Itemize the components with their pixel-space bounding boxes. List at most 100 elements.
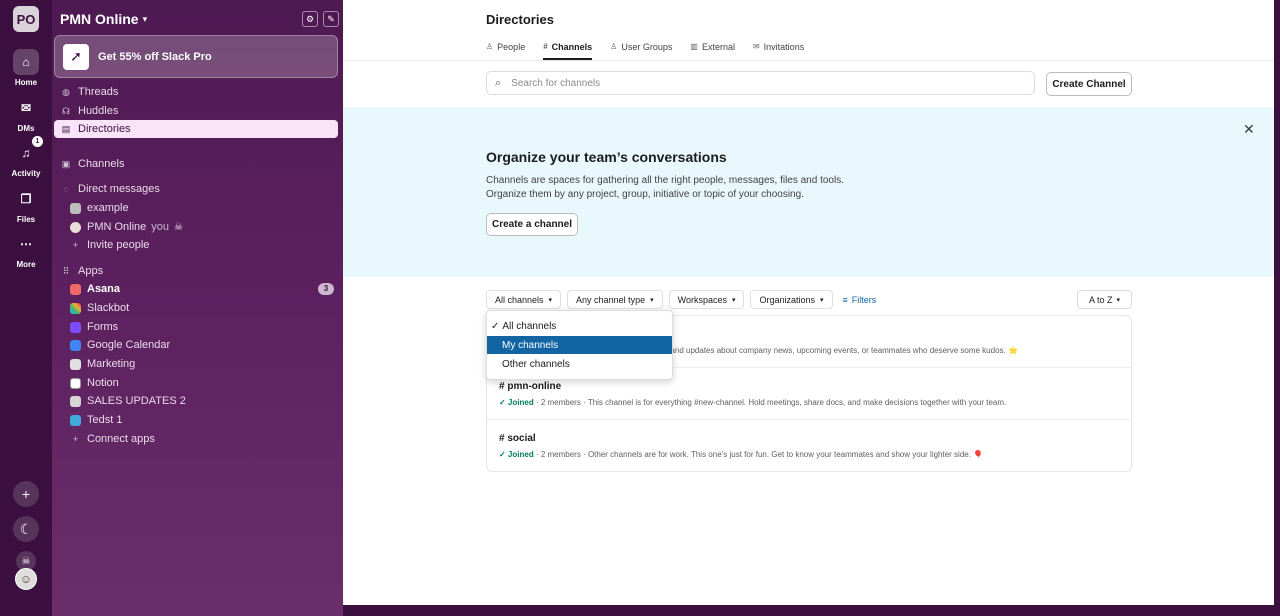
tab-invitations[interactable]: ✉ Invitations <box>753 42 804 60</box>
rail-activity[interactable]: ♫ 1 Activity <box>0 136 52 178</box>
organizations-filter[interactable]: Organizations ▾ <box>750 290 833 309</box>
sidebar-app-forms[interactable]: Forms <box>54 318 338 336</box>
banner-description: Channels are spaces for gathering all th… <box>486 174 906 202</box>
apps-grid-icon: ⠿ <box>62 265 70 276</box>
window-frame-right <box>1274 0 1280 616</box>
tab-external-label: External <box>701 42 735 52</box>
menu-item-other-channels[interactable]: Other channels <box>487 355 672 373</box>
files-icon: ❐ <box>20 192 32 206</box>
channel-type-filter[interactable]: Any channel type ▾ <box>567 290 663 309</box>
joined-status: ✓ Joined <box>499 398 534 407</box>
sidebar-dm-example[interactable]: example <box>54 199 338 217</box>
compose-button[interactable]: ✎ <box>323 11 339 27</box>
calendar-icon <box>70 339 81 351</box>
promo-banner[interactable]: ➚ Get 55% off Slack Pro <box>54 35 338 78</box>
create-a-channel-button[interactable]: Create a channel <box>486 213 578 236</box>
menu-mine-label: My channels <box>502 339 559 351</box>
notion-label: Notion <box>87 377 119 389</box>
sidebar-item-threads[interactable]: ◍ Threads <box>54 83 338 101</box>
tab-user-groups[interactable]: ♙ User Groups <box>610 42 672 60</box>
headphones-icon: ☊ <box>62 105 70 116</box>
tab-people[interactable]: ♙ People <box>486 42 525 60</box>
theme-toggle-button[interactable]: ☾ <box>13 516 39 542</box>
sidebar-app-asana[interactable]: Asana 3 <box>54 280 338 298</box>
intro-banner: ✕ Organize your team’s conversations Cha… <box>343 107 1274 277</box>
sidebar-app-notion[interactable]: Notion <box>54 374 338 392</box>
avatar-icon: ☺ <box>19 572 33 586</box>
workspace-switcher[interactable]: PO <box>13 6 39 32</box>
close-icon[interactable]: ✕ <box>1243 121 1255 138</box>
tab-people-label: People <box>497 42 526 52</box>
invite-label: Invite people <box>87 239 150 251</box>
channel-type-label: Any channel type <box>576 294 646 305</box>
sidebar-item-huddles[interactable]: ☊ Huddles <box>54 102 338 120</box>
sidebar-app-sales-updates[interactable]: SALES UPDATES 2 <box>54 392 338 410</box>
rail-dms[interactable]: ✉ DMs <box>0 95 52 133</box>
all-channels-filter[interactable]: All channels ▾ <box>486 290 562 309</box>
sidebar-invite-people[interactable]: + Invite people <box>54 236 338 254</box>
directory-tabs: ♙ People # Channels ♙ User Groups ▥ External… <box>486 42 804 60</box>
hash-icon: # <box>543 42 548 51</box>
directory-icon: ▤ <box>61 123 71 134</box>
channel-name: # pmn-online <box>499 381 562 392</box>
chevron-down-icon: ▾ <box>548 296 553 304</box>
sidebar-dm-self[interactable]: PMN Online you ☠ <box>54 218 338 236</box>
add-workspace-button[interactable]: + <box>13 481 39 507</box>
rail-files[interactable]: ❐ Files <box>0 186 52 224</box>
tab-channels[interactable]: # Channels <box>543 42 593 60</box>
window-frame-bottom <box>343 605 1280 616</box>
rail-activity-label: Activity <box>11 169 41 178</box>
search-placeholder: Search for channels <box>511 77 601 89</box>
sidebar-app-slackbot[interactable]: Slackbot <box>54 299 338 317</box>
sort-dropdown[interactable]: A to Z ▾ <box>1077 290 1132 309</box>
search-input[interactable]: ⌕ Search for channels <box>486 71 1035 95</box>
rail-home[interactable]: ⌂ Home <box>0 49 52 87</box>
sidebar-section-dms[interactable]: ◌ Direct messages <box>54 180 338 198</box>
organizations-label: Organizations <box>759 294 816 305</box>
sidebar-app-google-calendar[interactable]: Google Calendar <box>54 336 338 354</box>
home-icon: ⌂ <box>13 49 39 75</box>
dm-header: Direct messages <box>78 183 160 195</box>
filters-button[interactable]: ≡ Filters <box>839 290 877 309</box>
channel-description: This channel is for everything #new-chan… <box>587 398 1007 407</box>
filter-icon: ≡ <box>842 294 848 305</box>
rail-more[interactable]: ⋯ More <box>0 231 52 269</box>
workspaces-label: Workspaces <box>677 294 727 305</box>
connect-apps-label: Connect apps <box>87 433 155 445</box>
asana-icon <box>70 283 81 295</box>
tab-external[interactable]: ▥ External <box>690 42 735 60</box>
chevron-down-icon[interactable]: ▾ <box>143 14 148 25</box>
table-row[interactable]: # social ✓ Joined · 2 members · Other ch… <box>487 420 1131 472</box>
menu-item-all-channels[interactable]: ✓ All channels <box>487 317 672 335</box>
threads-icon: ◍ <box>62 86 70 97</box>
channel-description: Other channels are for work. This one’s … <box>587 450 984 459</box>
filters-label: Filters <box>851 294 877 305</box>
joined-status: ✓ Joined <box>499 450 534 459</box>
forms-label: Forms <box>87 321 119 333</box>
user-avatar[interactable]: ☺ <box>15 568 37 590</box>
group-icon: ♙ <box>610 42 618 51</box>
moon-icon: ☾ <box>19 520 33 537</box>
sidebar-section-apps[interactable]: ⠿ Apps <box>54 262 338 280</box>
workspace-name[interactable]: PMN Online <box>60 11 139 27</box>
workspaces-filter[interactable]: Workspaces ▾ <box>668 290 745 309</box>
plus-icon: + <box>21 486 31 502</box>
forms-icon <box>70 321 81 333</box>
menu-item-my-channels[interactable]: My channels <box>487 336 672 354</box>
sidebar-section-channels[interactable]: ▣ Channels <box>54 155 338 173</box>
channel-meta: ✓ Joined · 2 members · This channel is f… <box>499 398 1006 407</box>
rocket-icon: ➚ <box>63 43 89 70</box>
banner-title: Organize your team’s conversations <box>486 149 727 165</box>
sidebar-connect-apps[interactable]: + Connect apps <box>54 430 338 448</box>
sidebar-app-marketing[interactable]: Marketing <box>54 355 338 373</box>
create-channel-button[interactable]: Create Channel <box>1046 72 1132 96</box>
menu-all-label: All channels <box>502 320 557 332</box>
all-channels-label: All channels <box>495 294 544 305</box>
gear-icon: ⚙ <box>305 13 315 24</box>
sidebar-item-directories[interactable]: ▤ Directories <box>54 120 338 138</box>
sidebar-app-tedst[interactable]: Tedst 1 <box>54 411 338 429</box>
member-count: · 2 members · <box>533 450 588 459</box>
settings-button[interactable]: ⚙ <box>302 11 318 27</box>
chevron-down-icon: ▾ <box>650 296 654 304</box>
channels-filter-menu: ✓ All channels My channels Other channels <box>486 310 673 380</box>
